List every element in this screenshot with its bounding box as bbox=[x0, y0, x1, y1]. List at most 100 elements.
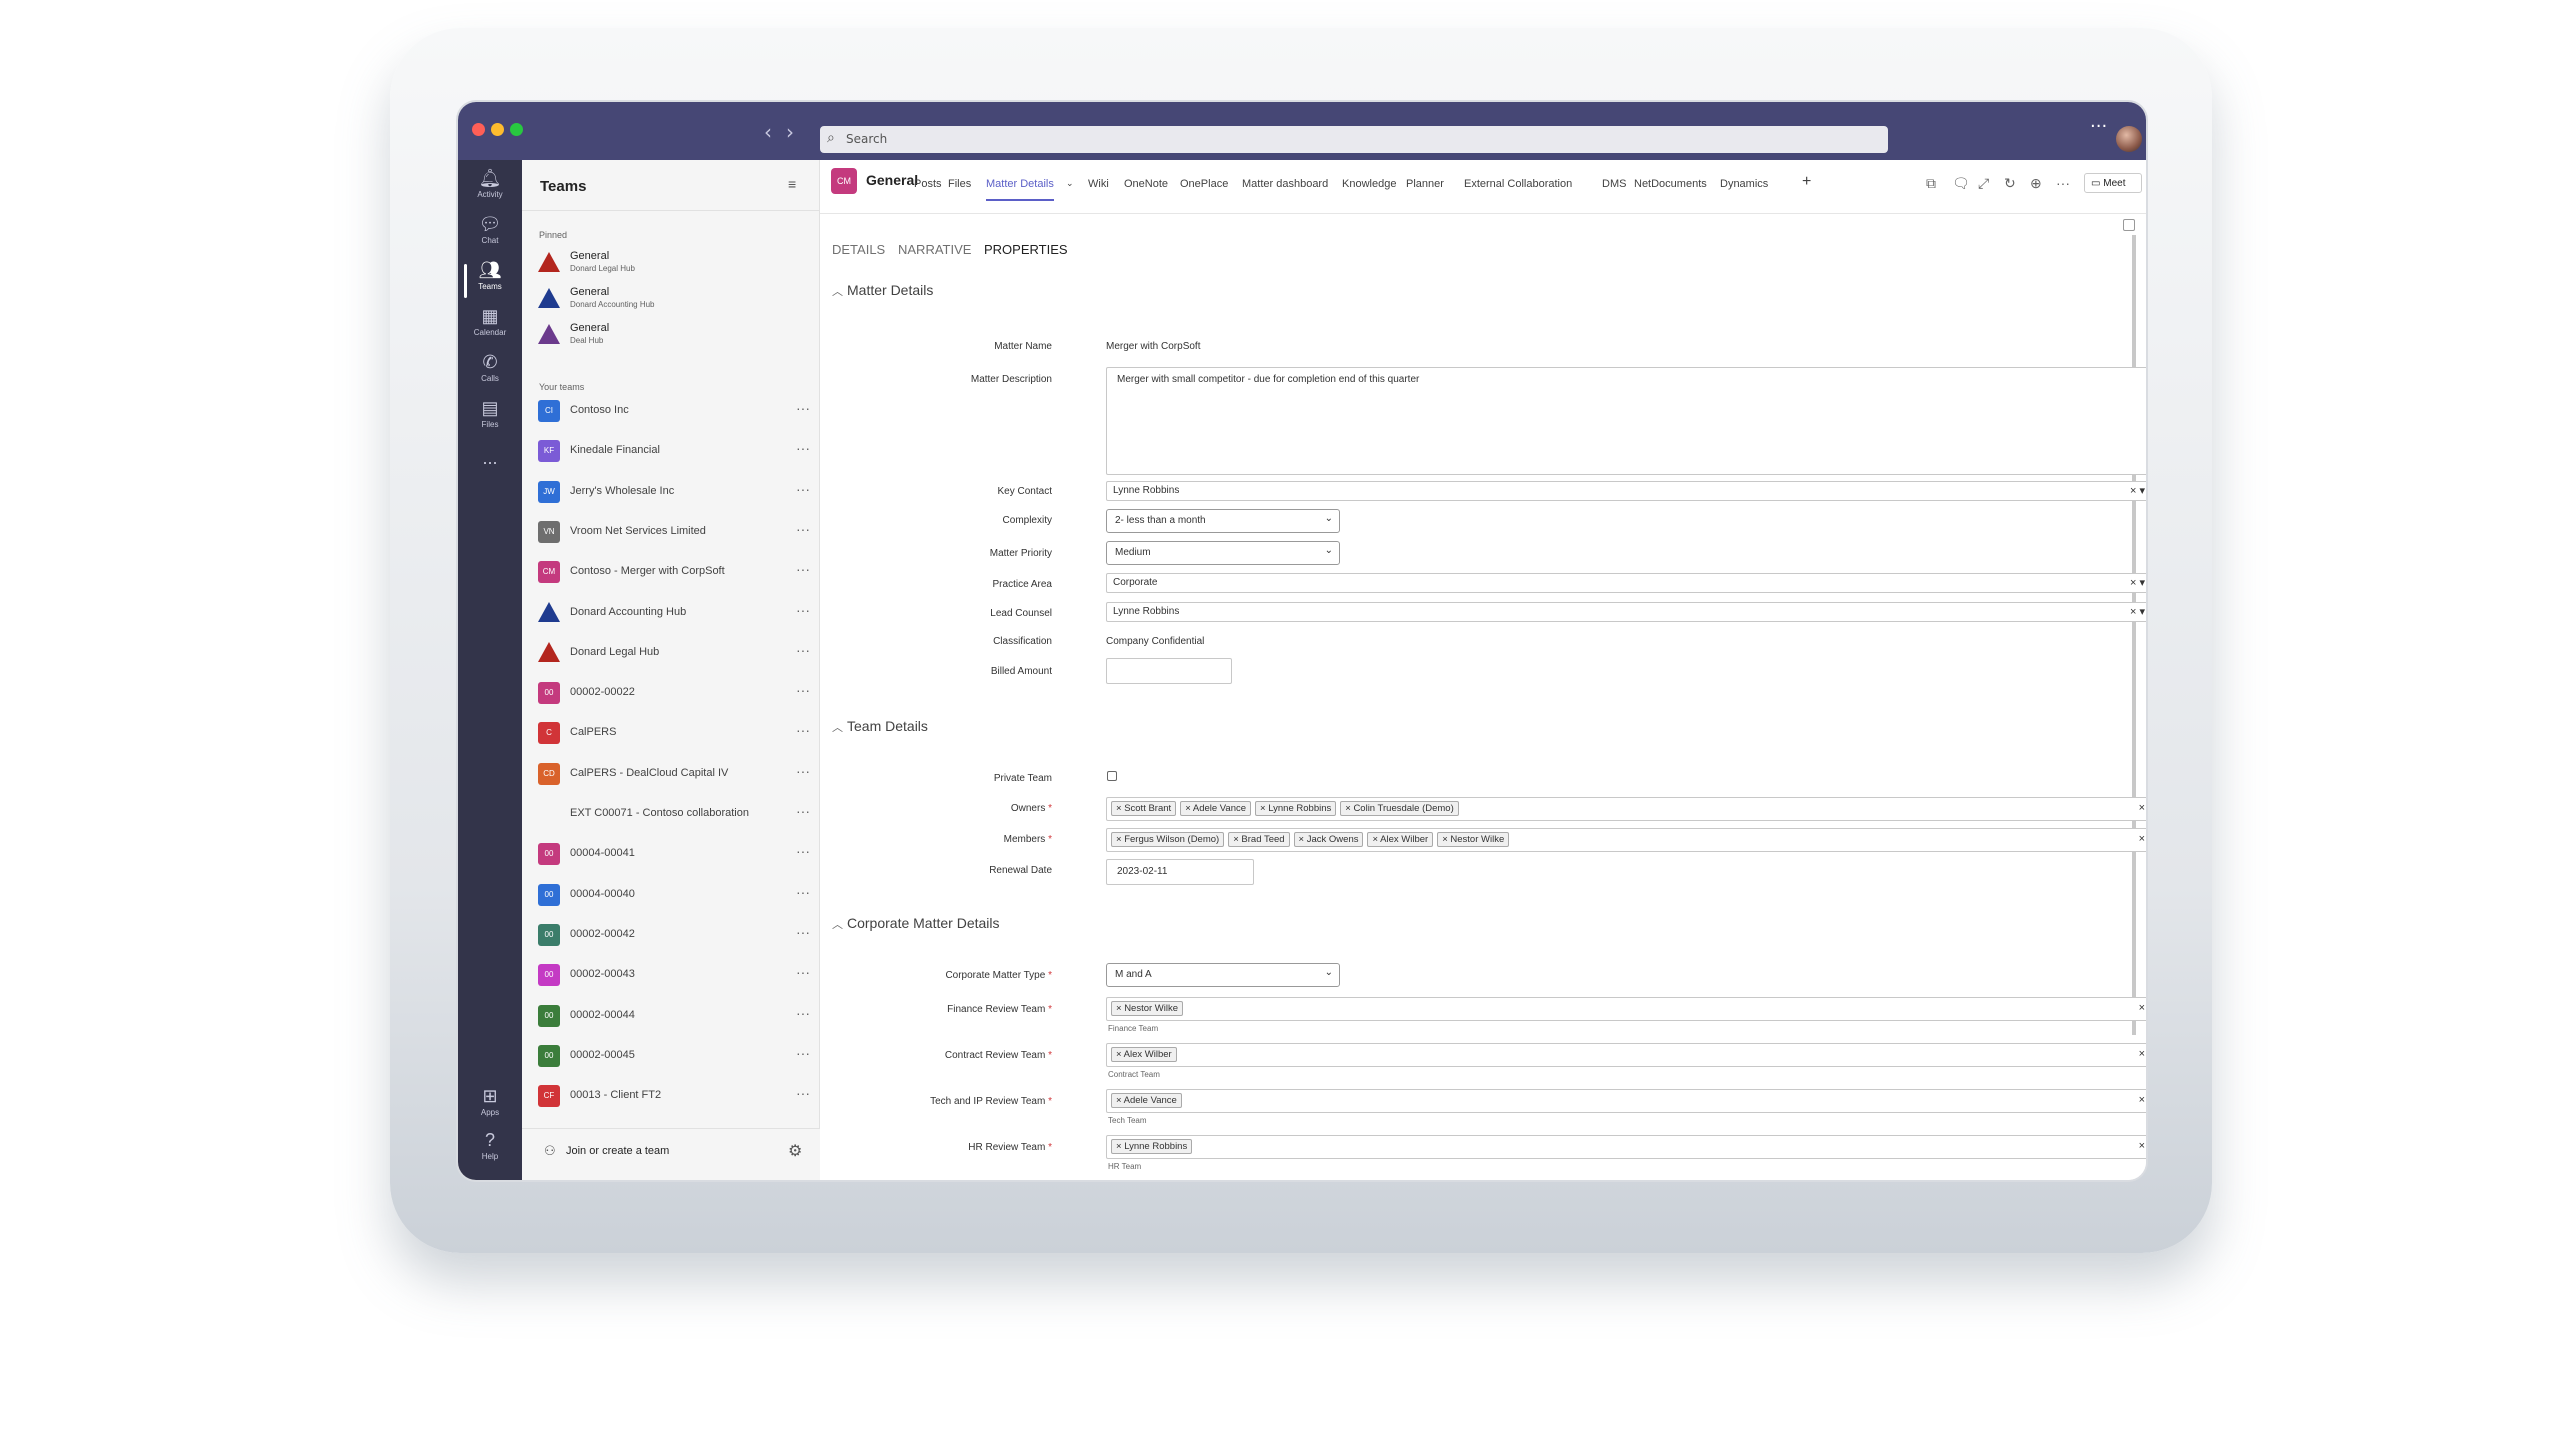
rail-activity[interactable]: 🔔︎ Activity bbox=[458, 166, 522, 212]
team-more-icon[interactable]: ··· bbox=[796, 440, 810, 456]
team-item[interactable]: EXT C00071 - Contoso collaboration ··· bbox=[538, 801, 810, 831]
rail-calls[interactable]: ✆ Calls bbox=[458, 350, 522, 396]
channel-tab[interactable]: Wiki bbox=[1088, 178, 1109, 190]
channel-tab[interactable]: NetDocuments bbox=[1634, 178, 1707, 190]
channel-tab[interactable]: Files bbox=[948, 178, 971, 190]
billed-amount-field[interactable] bbox=[1106, 658, 1232, 684]
matter-description-field[interactable]: Merger with small competitor - due for c… bbox=[1106, 367, 2146, 475]
panel-close-icon[interactable] bbox=[2123, 219, 2135, 231]
refresh-icon[interactable]: ↻ bbox=[2004, 175, 2016, 192]
channel-tab[interactable]: Matter Details bbox=[986, 178, 1054, 201]
clear-icon[interactable]: × bbox=[2139, 1002, 2145, 1014]
person-tag[interactable]: × Colin Truesdale (Demo) bbox=[1340, 801, 1459, 816]
team-item[interactable]: CM Contoso - Merger with CorpSoft ··· bbox=[538, 559, 810, 589]
hr-review-picker[interactable]: × Lynne Robbins × bbox=[1106, 1135, 2146, 1159]
practice-area-field[interactable]: Corporate × ▾ bbox=[1106, 573, 2146, 593]
person-tag[interactable]: × Nestor Wilke bbox=[1437, 832, 1510, 847]
settings-gear-icon[interactable]: ⚙ bbox=[788, 1141, 802, 1161]
section-corporate-matter-details[interactable]: ︿ Corporate Matter Details bbox=[832, 915, 1000, 932]
team-item[interactable]: Donard Legal Hub ··· bbox=[538, 640, 810, 670]
channel-tab[interactable]: Posts bbox=[914, 178, 942, 190]
expand-icon[interactable]: ⤢ bbox=[1978, 175, 1989, 192]
team-more-icon[interactable]: ··· bbox=[796, 642, 810, 658]
globe-icon[interactable]: ⊕ bbox=[2030, 175, 2042, 192]
filter-icon[interactable]: ≡ bbox=[788, 176, 796, 192]
team-item[interactable]: CD CalPERS - DealCloud Capital IV ··· bbox=[538, 761, 810, 791]
channel-tab[interactable]: Planner bbox=[1406, 178, 1444, 190]
join-create-team[interactable]: ⚇ Join or create a team ⚙ bbox=[522, 1128, 820, 1180]
clear-icon[interactable]: × bbox=[2139, 833, 2145, 845]
remove-tag-icon[interactable]: × bbox=[1372, 834, 1380, 845]
finance-review-picker[interactable]: × Nestor Wilke × bbox=[1106, 997, 2146, 1021]
team-more-icon[interactable]: ··· bbox=[796, 843, 810, 859]
forward-arrow-icon[interactable]: › bbox=[786, 120, 794, 144]
corporate-matter-type-select[interactable]: M and A ⌄ bbox=[1106, 963, 1340, 987]
remove-tag-icon[interactable]: × bbox=[1116, 803, 1124, 814]
team-item[interactable]: KF Kinedale Financial ··· bbox=[538, 438, 810, 468]
team-item[interactable]: VN Vroom Net Services Limited ··· bbox=[538, 519, 810, 549]
team-more-icon[interactable]: ··· bbox=[796, 602, 810, 618]
clear-dropdown-icon[interactable]: × ▾ bbox=[2130, 605, 2145, 618]
team-item[interactable]: 00 00004-00041 ··· bbox=[538, 841, 810, 871]
maximize-window-button[interactable] bbox=[510, 123, 523, 136]
team-more-icon[interactable]: ··· bbox=[796, 400, 810, 416]
matter-priority-select[interactable]: Medium ⌄ bbox=[1106, 541, 1340, 565]
private-team-checkbox[interactable] bbox=[1107, 771, 1117, 781]
team-more-icon[interactable]: ··· bbox=[796, 763, 810, 779]
person-tag[interactable]: × Lynne Robbins bbox=[1111, 1139, 1193, 1154]
team-more-icon[interactable]: ··· bbox=[796, 561, 810, 577]
clear-icon[interactable]: × bbox=[2139, 802, 2145, 814]
team-more-icon[interactable]: ··· bbox=[796, 803, 810, 819]
team-more-icon[interactable]: ··· bbox=[796, 1045, 810, 1061]
rail-help[interactable]: ? Help bbox=[458, 1128, 522, 1174]
channel-tab[interactable]: Matter dashboard bbox=[1242, 178, 1328, 190]
team-item[interactable]: 00 00002-00042 ··· bbox=[538, 922, 810, 952]
person-tag[interactable]: × Jack Owens bbox=[1293, 832, 1364, 847]
person-tag[interactable]: × Lynne Robbins bbox=[1255, 801, 1337, 816]
tech-review-picker[interactable]: × Adele Vance × bbox=[1106, 1089, 2146, 1113]
channel-tab[interactable]: OneNote bbox=[1124, 178, 1168, 190]
meet-button[interactable]: ▭ Meet bbox=[2084, 173, 2142, 193]
clear-dropdown-icon[interactable]: × ▾ bbox=[2130, 576, 2145, 589]
remove-tag-icon[interactable]: × bbox=[1116, 1141, 1124, 1152]
clear-icon[interactable]: × bbox=[2139, 1140, 2145, 1152]
members-picker[interactable]: × Fergus Wilson (Demo) × Brad Teed × Jack … bbox=[1106, 828, 2146, 852]
channel-tab[interactable]: OnePlace bbox=[1180, 178, 1228, 190]
person-tag[interactable]: × Nestor Wilke bbox=[1111, 1001, 1184, 1016]
section-matter-details[interactable]: ︿ Matter Details bbox=[832, 282, 933, 299]
remove-tag-icon[interactable]: × bbox=[1185, 803, 1193, 814]
search-input[interactable]: ⌕ Search bbox=[820, 126, 1888, 153]
rail-files[interactable]: ▤ Files bbox=[458, 396, 522, 442]
team-more-icon[interactable]: ··· bbox=[796, 964, 810, 980]
remove-tag-icon[interactable]: × bbox=[1116, 1049, 1124, 1060]
user-avatar[interactable] bbox=[2116, 126, 2142, 152]
rail-more[interactable]: ... bbox=[458, 446, 522, 492]
contract-review-picker[interactable]: × Alex Wilber × bbox=[1106, 1043, 2146, 1067]
person-tag[interactable]: × Adele Vance bbox=[1180, 801, 1252, 816]
team-item[interactable]: 00 00002-00045 ··· bbox=[538, 1043, 810, 1073]
pinned-channel[interactable]: General Donard Legal Hub bbox=[538, 248, 808, 282]
team-more-icon[interactable]: ··· bbox=[796, 521, 810, 537]
section-team-details[interactable]: ︿ Team Details bbox=[832, 718, 928, 735]
key-contact-field[interactable]: Lynne Robbins × ▾ bbox=[1106, 481, 2146, 501]
remove-tag-icon[interactable]: × bbox=[1116, 1095, 1124, 1106]
add-tab-icon[interactable]: + bbox=[1802, 173, 1811, 191]
person-tag[interactable]: × Brad Teed bbox=[1228, 832, 1290, 847]
person-tag[interactable]: × Alex Wilber bbox=[1367, 832, 1434, 847]
team-item[interactable]: Donard Accounting Hub ··· bbox=[538, 600, 810, 630]
team-item[interactable]: 00 00002-00043 ··· bbox=[538, 962, 810, 992]
remove-tag-icon[interactable]: × bbox=[1116, 834, 1124, 845]
team-more-icon[interactable]: ··· bbox=[796, 924, 810, 940]
team-more-icon[interactable]: ··· bbox=[796, 722, 810, 738]
person-tag[interactable]: × Alex Wilber bbox=[1111, 1047, 1177, 1062]
lead-counsel-field[interactable]: Lynne Robbins × ▾ bbox=[1106, 602, 2146, 622]
team-item[interactable]: 00 00004-00040 ··· bbox=[538, 882, 810, 912]
team-more-icon[interactable]: ··· bbox=[796, 1085, 810, 1101]
rail-teams[interactable]: 👥︎ Teams bbox=[458, 258, 522, 304]
remove-tag-icon[interactable]: × bbox=[1116, 1003, 1124, 1014]
close-window-button[interactable] bbox=[472, 123, 485, 136]
clear-icon[interactable]: × bbox=[2139, 1094, 2145, 1106]
person-tag[interactable]: × Adele Vance bbox=[1111, 1093, 1182, 1108]
person-tag[interactable]: × Scott Brant bbox=[1111, 801, 1177, 816]
chevron-down-icon[interactable]: ⌄ bbox=[1066, 178, 1074, 189]
